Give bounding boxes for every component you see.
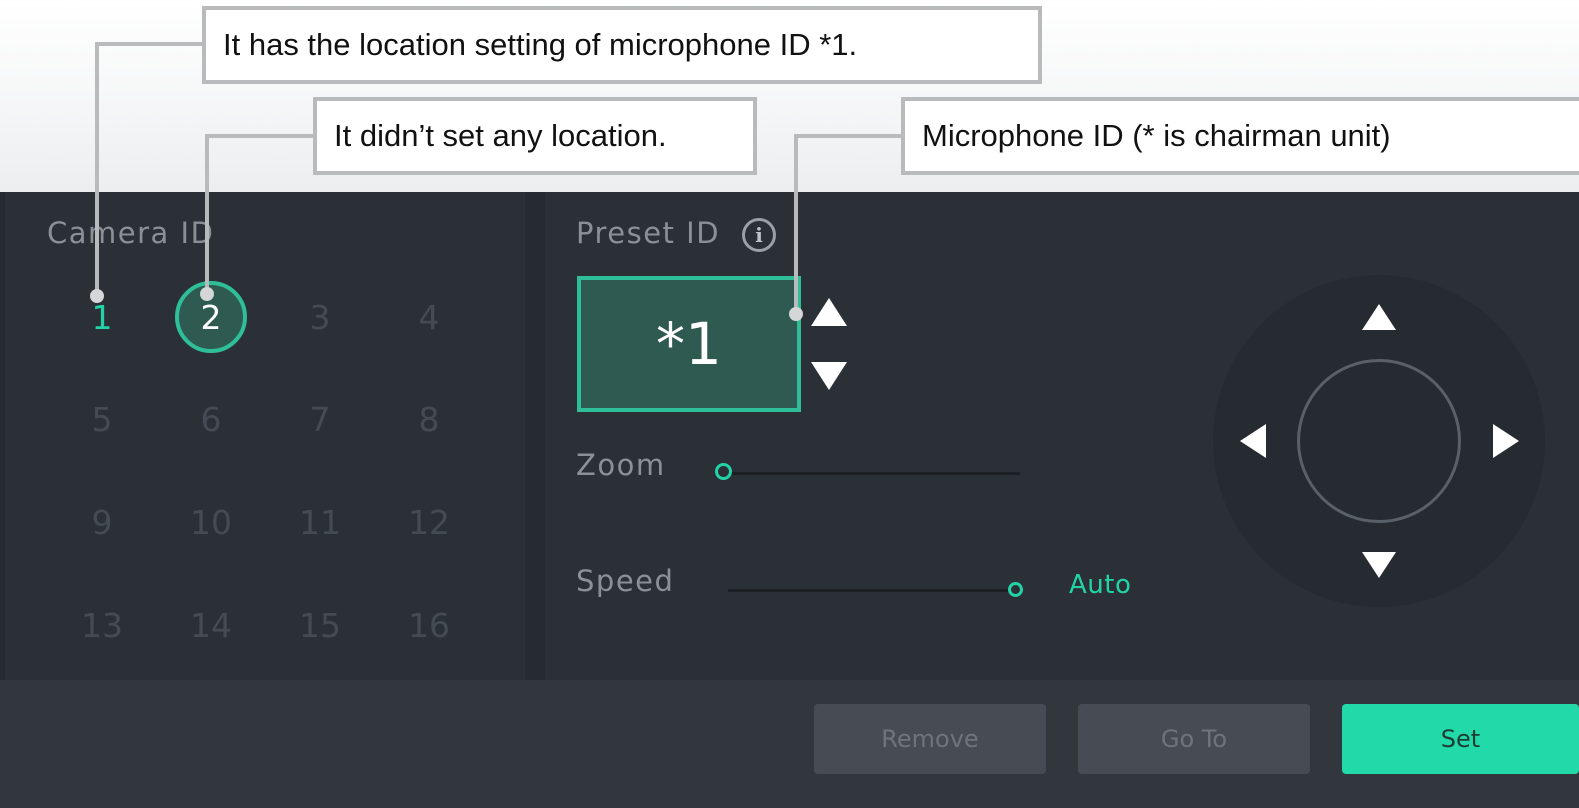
camera-id-14[interactable]: 14 (171, 585, 251, 665)
camera-panel: Camera ID 1 2 3 4 5 6 7 8 9 10 11 12 13 14 15 16 (5, 192, 525, 680)
leader-line (205, 134, 209, 294)
leader-line (794, 134, 798, 312)
pointer-dot (789, 307, 803, 321)
callout-microphone-id-text: Microphone ID (* is chairman unit) (922, 118, 1391, 153)
camera-id-6[interactable]: 6 (171, 379, 251, 459)
triangle-up-icon[interactable] (811, 298, 847, 326)
callout-location-set: It has the location setting of microphon… (202, 6, 1042, 84)
pan-right-icon[interactable] (1493, 424, 1519, 458)
pointer-dot (90, 289, 104, 303)
preset-id-display: *1 (577, 276, 801, 412)
leader-line (95, 42, 205, 46)
leader-line (205, 134, 315, 138)
pan-down-icon[interactable] (1362, 552, 1396, 578)
triangle-down-icon[interactable] (811, 362, 847, 390)
camera-id-13[interactable]: 13 (62, 585, 142, 665)
action-bar: Remove Go To Set (0, 680, 1579, 808)
info-icon[interactable]: i (742, 218, 776, 252)
pointer-dot (200, 287, 214, 301)
speed-slider-track[interactable] (728, 589, 1016, 592)
callout-location-set-text: It has the location setting of microphon… (223, 27, 858, 62)
camera-id-label: Camera ID (47, 216, 215, 250)
preset-panel: Preset ID i *1 Zoom Speed Auto (545, 192, 1579, 680)
speed-value: Auto (1069, 570, 1132, 600)
remove-button[interactable]: Remove (814, 704, 1046, 774)
speed-label: Speed (576, 564, 675, 598)
goto-button[interactable]: Go To (1078, 704, 1310, 774)
camera-id-16[interactable]: 16 (389, 585, 469, 665)
zoom-label: Zoom (576, 448, 666, 482)
callout-no-location-text: It didn’t set any location. (334, 118, 667, 153)
leader-line (794, 134, 904, 138)
ptz-preset-app: Camera ID 1 2 3 4 5 6 7 8 9 10 11 12 13 14 15 16 Preset… (0, 192, 1579, 808)
camera-id-9[interactable]: 9 (62, 482, 142, 562)
zoom-slider-knob[interactable] (715, 463, 732, 480)
ptz-center-ring[interactable] (1297, 359, 1461, 523)
preset-id-value: *1 (656, 310, 722, 378)
camera-id-8[interactable]: 8 (389, 379, 469, 459)
camera-id-7[interactable]: 7 (280, 379, 360, 459)
preset-id-label: Preset ID (576, 216, 721, 250)
set-button[interactable]: Set (1342, 704, 1579, 774)
camera-id-3[interactable]: 3 (280, 277, 360, 357)
camera-id-1[interactable]: 1 (62, 277, 142, 357)
camera-id-12[interactable]: 12 (389, 482, 469, 562)
camera-id-5[interactable]: 5 (62, 379, 142, 459)
callout-no-location: It didn’t set any location. (313, 97, 757, 175)
camera-id-4[interactable]: 4 (389, 277, 469, 357)
pan-left-icon[interactable] (1240, 424, 1266, 458)
pan-up-icon[interactable] (1362, 304, 1396, 330)
camera-id-15[interactable]: 15 (280, 585, 360, 665)
camera-id-11[interactable]: 11 (280, 482, 360, 562)
zoom-slider-track[interactable] (725, 472, 1020, 475)
callout-microphone-id: Microphone ID (* is chairman unit) (901, 97, 1579, 175)
leader-line (95, 42, 99, 298)
speed-slider-knob[interactable] (1008, 582, 1023, 597)
camera-id-10[interactable]: 10 (171, 482, 251, 562)
ptz-direction-pad (1213, 275, 1545, 607)
